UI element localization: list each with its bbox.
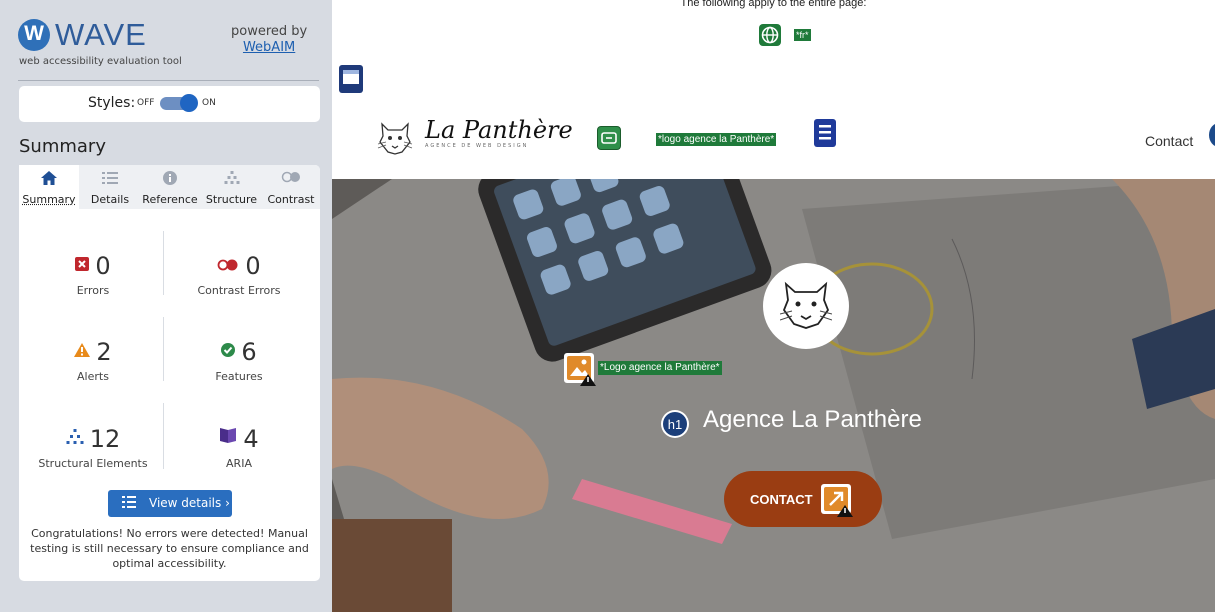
structural-count: 12	[89, 425, 121, 453]
aria-label: ARIA	[226, 457, 252, 470]
alt-text-badge[interactable]: *Logo agence la Panthère*	[598, 361, 722, 375]
panther-logo-icon	[780, 281, 832, 329]
wave-tabs: Summary Details Reference Structure Cont…	[19, 165, 320, 209]
stats-divider	[163, 317, 164, 381]
stats-divider	[163, 403, 164, 469]
styles-toggle-box: Styles: OFF ON	[19, 86, 320, 122]
powered-by-label: powered by	[231, 24, 308, 39]
page-level-info-text: The following apply to the entire page:	[680, 0, 867, 9]
alerts-count: 2	[96, 338, 112, 366]
hero-background-image	[332, 179, 1215, 612]
tab-contrast-label: Contrast	[267, 193, 315, 206]
home-icon	[19, 171, 79, 187]
contrast-error-icon	[217, 249, 239, 277]
link-alert-icon[interactable]	[820, 483, 854, 517]
aria-landmark-icon[interactable]	[338, 64, 364, 94]
powered-by: powered by WebAIM	[231, 24, 307, 56]
site-subtitle: AGENCE DE WEB DESIGN	[425, 143, 529, 149]
wave-sidebar: W WAVE web accessibility evaluation tool…	[0, 0, 332, 612]
tab-structure[interactable]: Structure	[204, 165, 259, 209]
tab-reference[interactable]: Reference	[139, 165, 201, 209]
features-count: 6	[241, 338, 257, 366]
feature-icon	[221, 335, 236, 363]
stat-features[interactable]: 6 Features	[169, 335, 309, 383]
site-header: La Panthère AGENCE DE WEB DESIGN *logo a…	[332, 95, 1215, 179]
panther-logo-icon[interactable]	[376, 120, 414, 156]
tab-summary[interactable]: Summary	[19, 165, 79, 209]
page-level-info: The following apply to the entire page: …	[332, 0, 1215, 60]
aria-icon	[219, 422, 237, 450]
structural-label: Structural Elements	[38, 457, 148, 470]
styles-off-label: OFF	[137, 98, 155, 108]
info-icon	[139, 171, 201, 187]
alerts-label: Alerts	[77, 370, 109, 383]
tab-reference-label: Reference	[142, 193, 198, 206]
nav-contact-link[interactable]: Contact	[1145, 133, 1193, 149]
svg-text:h1: h1	[668, 417, 682, 432]
heading-h1-icon[interactable]: h1	[660, 409, 690, 439]
unordered-list-icon[interactable]	[814, 119, 836, 147]
structure-icon	[204, 171, 259, 187]
hero-panther-logo	[763, 263, 849, 349]
alert-icon	[74, 335, 91, 363]
styles-toggle[interactable]	[160, 94, 198, 112]
styles-label: Styles:	[88, 95, 136, 111]
wave-brand: W WAVE web accessibility evaluation tool…	[0, 8, 320, 81]
view-details-button[interactable]: View details ›	[108, 490, 232, 517]
linked-image-icon[interactable]	[597, 126, 621, 150]
globe-icon[interactable]	[759, 24, 781, 46]
stat-aria[interactable]: 4 ARIA	[169, 422, 309, 470]
wave-logo-text: WAVE	[55, 17, 147, 52]
image-alert-icon[interactable]	[563, 352, 597, 386]
site-name[interactable]: La Panthère	[425, 116, 573, 144]
structure-icon	[66, 422, 84, 450]
hero-title: Agence La Panthère	[703, 406, 922, 433]
contrast-icon	[262, 171, 320, 187]
alt-text-badge[interactable]: *logo agence la Panthère*	[656, 133, 777, 146]
wave-logo-icon: W	[18, 19, 50, 51]
aria-count: 4	[243, 425, 259, 453]
language-badge[interactable]: *fr*	[794, 29, 811, 41]
brand-divider	[18, 80, 319, 81]
summary-panel: Summary Details Reference Structure Cont…	[19, 165, 320, 581]
stats-divider	[163, 231, 164, 295]
styles-toggle-knob[interactable]	[180, 94, 198, 112]
error-icon	[75, 249, 90, 277]
tab-details[interactable]: Details	[85, 165, 135, 209]
hero-section: *Logo agence la Panthère* h1 Agence La P…	[332, 179, 1215, 612]
stat-errors[interactable]: 0 Errors	[23, 249, 163, 297]
contrast-errors-count: 0	[245, 252, 261, 280]
view-details-label: View details ›	[149, 496, 230, 510]
summary-heading: Summary	[19, 136, 106, 157]
hero-contact-button[interactable]: CONTACT	[724, 471, 882, 527]
wave-tagline: web accessibility evaluation tool	[19, 56, 182, 67]
errors-label: Errors	[76, 284, 110, 297]
stat-contrast-errors[interactable]: 0 Contrast Errors	[169, 249, 309, 297]
tab-contrast[interactable]: Contrast	[262, 165, 320, 209]
nav-icon[interactable]	[1209, 123, 1215, 147]
stat-structural[interactable]: 12 Structural Elements	[23, 422, 163, 470]
tab-summary-label: Summary	[22, 193, 76, 206]
congratulations-message: Congratulations! No errors were detected…	[30, 527, 309, 570]
features-label: Features	[215, 370, 263, 383]
styles-on-label: ON	[202, 98, 216, 108]
tab-structure-label: Structure	[205, 193, 258, 206]
contrast-errors-label: Contrast Errors	[197, 284, 281, 297]
list-icon	[85, 171, 135, 187]
hero-contact-label: CONTACT	[750, 492, 813, 507]
list-icon	[122, 496, 136, 508]
page-preview: The following apply to the entire page: …	[332, 0, 1215, 612]
errors-count: 0	[95, 252, 111, 280]
tab-details-label: Details	[90, 193, 130, 206]
webaim-link[interactable]: WebAIM	[231, 40, 307, 56]
stat-alerts[interactable]: 2 Alerts	[23, 335, 163, 383]
